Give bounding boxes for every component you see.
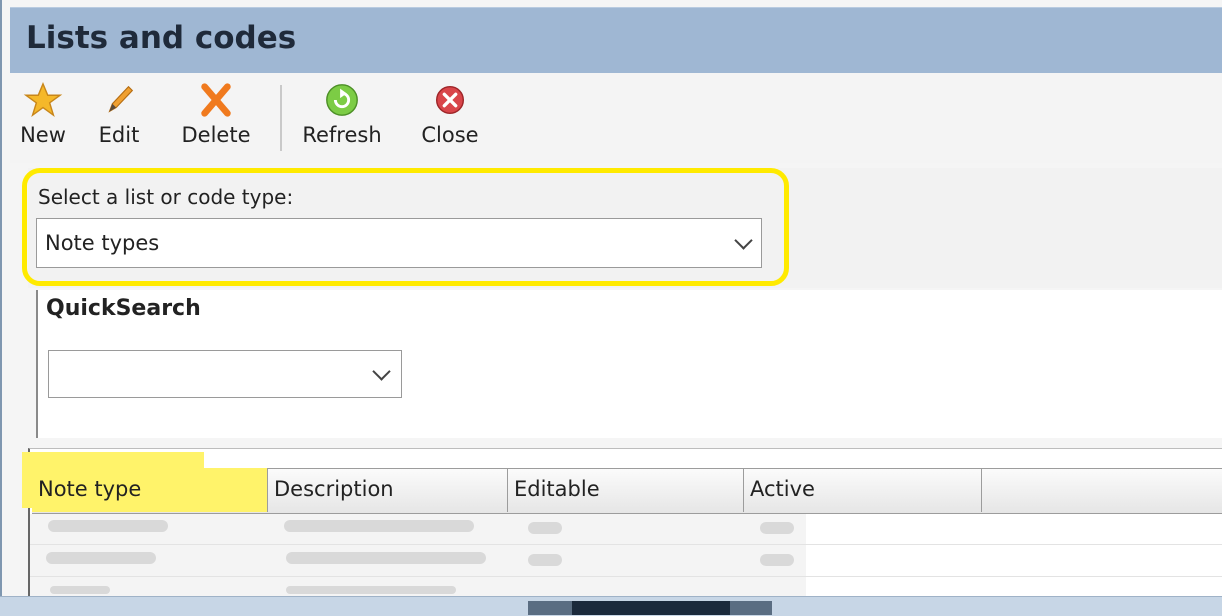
edit-button[interactable]: Edit xyxy=(92,81,146,161)
column-header-editable[interactable]: Editable xyxy=(508,468,744,512)
delete-x-icon xyxy=(201,83,231,117)
chevron-down-icon xyxy=(372,362,391,381)
obscured-cell xyxy=(286,552,486,564)
close-button[interactable]: Close xyxy=(412,81,488,161)
obscured-cell xyxy=(528,554,562,566)
quicksearch-dropdown[interactable] xyxy=(48,350,402,398)
edit-button-label: Edit xyxy=(98,123,140,147)
new-button-label: New xyxy=(20,123,66,147)
delete-button[interactable]: Delete xyxy=(174,81,258,161)
close-button-label: Close xyxy=(421,123,479,147)
obscured-cell xyxy=(528,522,562,534)
column-header-active[interactable]: Active xyxy=(744,468,982,512)
pencil-icon xyxy=(108,85,134,113)
refresh-button[interactable]: Refresh xyxy=(294,81,390,161)
list-selector-highlight xyxy=(22,168,789,286)
toolbar: New Edit Delete Refresh Close xyxy=(10,73,1222,163)
row-divider xyxy=(30,576,1222,577)
obscured-cell xyxy=(50,586,110,594)
obscured-cell xyxy=(284,520,474,532)
window-titlebar: Lists and codes xyxy=(10,7,1222,74)
column-header-note-type[interactable]: Note type xyxy=(32,468,268,512)
star-icon xyxy=(23,81,63,118)
row-divider xyxy=(30,544,1222,545)
quicksearch-title: QuickSearch xyxy=(46,296,201,321)
obscured-cell xyxy=(48,520,168,532)
obscured-cell xyxy=(286,586,456,594)
obscured-cell xyxy=(760,522,794,534)
column-header-description[interactable]: Description xyxy=(268,468,508,512)
obscured-cell xyxy=(46,552,156,564)
refresh-icon xyxy=(326,84,358,116)
column-header-empty[interactable] xyxy=(982,468,1222,512)
refresh-button-label: Refresh xyxy=(302,123,382,147)
taskbar-item-active[interactable] xyxy=(572,601,730,615)
close-circle-icon xyxy=(435,85,465,115)
new-button[interactable]: New xyxy=(16,81,70,161)
window-title: Lists and codes xyxy=(26,20,297,56)
obscured-cell xyxy=(760,554,794,566)
toolbar-separator xyxy=(280,85,282,151)
delete-button-label: Delete xyxy=(181,123,251,147)
